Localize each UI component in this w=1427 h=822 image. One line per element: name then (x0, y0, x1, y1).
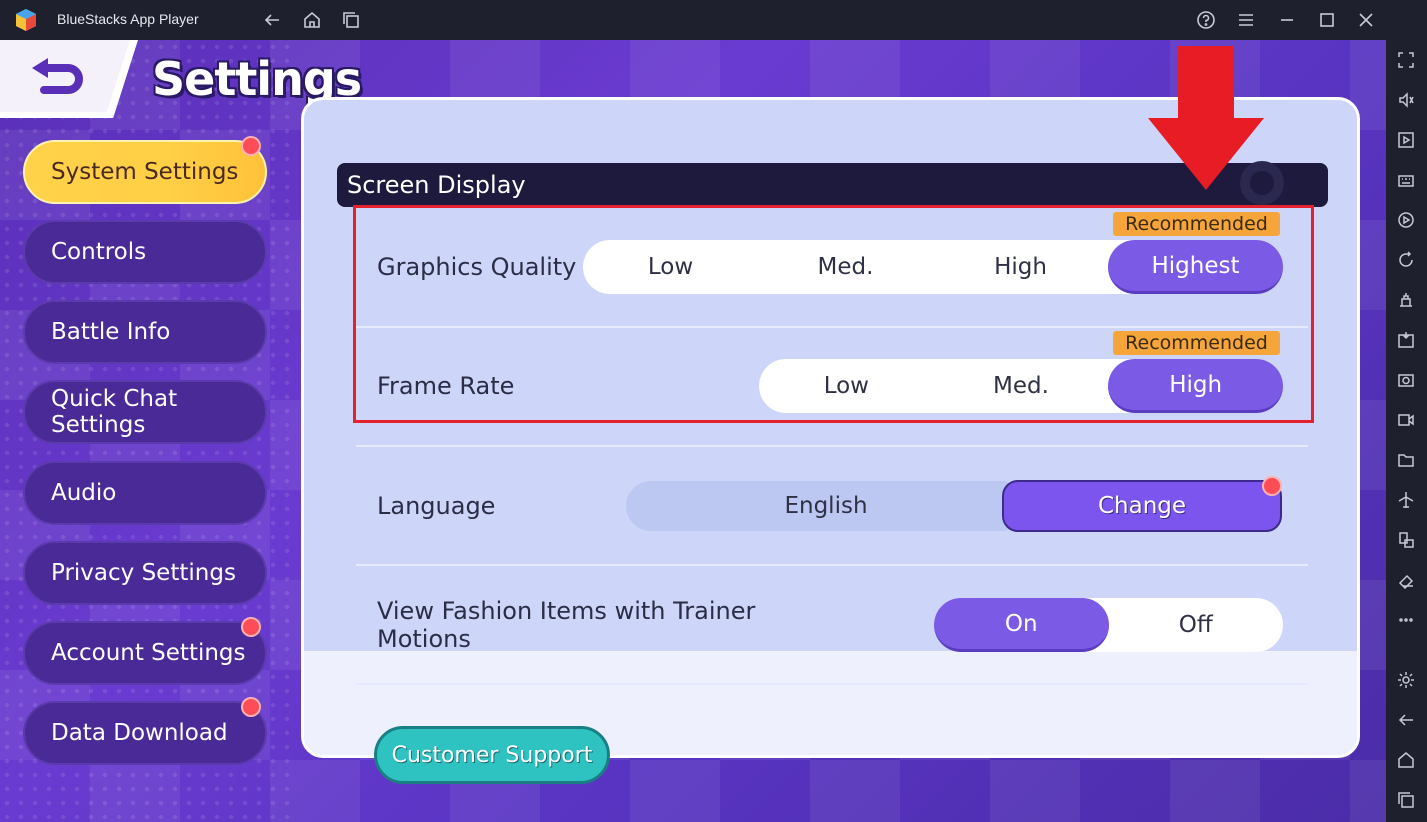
fashion-motions-toggle: On Off (934, 598, 1283, 652)
red-arrow-icon (1148, 46, 1264, 190)
section-title: Screen Display (347, 171, 526, 199)
nav-label: Data Download (51, 719, 228, 746)
app-title: BlueStacks App Player (57, 11, 199, 27)
title-bar: BlueStacks App Player (0, 0, 1427, 40)
fashion-option-on[interactable]: On (934, 598, 1109, 652)
notification-dot (1262, 476, 1282, 496)
close-icon[interactable] (1354, 8, 1378, 32)
record-icon[interactable] (1395, 409, 1417, 431)
home-icon[interactable] (1395, 749, 1417, 771)
help-icon[interactable] (1194, 8, 1218, 32)
fashion-motions-label: View Fashion Items with Trainer Motions (377, 597, 756, 653)
settings-panel: Screen Display (301, 97, 1360, 758)
more-icon[interactable] (1395, 609, 1417, 631)
nav-data-download[interactable]: Data Download (23, 697, 267, 765)
maximize-icon[interactable] (1315, 8, 1339, 32)
nav-label: Controls (51, 238, 147, 265)
notification-dot (241, 697, 261, 717)
screenshot-icon[interactable] (1395, 369, 1417, 391)
nav-battle-info[interactable]: Battle Info (23, 300, 267, 364)
build-icon[interactable] (1395, 289, 1417, 311)
recent-apps-icon[interactable] (1395, 789, 1417, 811)
folder-icon[interactable] (1395, 449, 1417, 471)
row-divider (356, 683, 1308, 685)
settings-icon[interactable] (1395, 669, 1417, 691)
bluestacks-toolbar (1386, 40, 1427, 822)
keyboard-icon[interactable] (1395, 169, 1417, 191)
back-arrow-icon[interactable] (260, 8, 284, 32)
return-arrow-icon (32, 58, 83, 94)
nav-label: System Settings (51, 158, 239, 185)
airplane-icon[interactable] (1395, 489, 1417, 511)
nav-controls[interactable]: Controls (23, 220, 267, 284)
eraser-icon[interactable] (1395, 569, 1417, 591)
nav-label: Privacy Settings (51, 559, 236, 586)
highlight-box (353, 205, 1314, 423)
volume-icon[interactable] (1395, 89, 1417, 111)
change-language-button[interactable]: Change (1002, 476, 1282, 532)
nav-label: Audio (51, 479, 117, 506)
rotate-icon[interactable] (1395, 249, 1417, 271)
home-icon[interactable] (300, 8, 324, 32)
nav-account-settings[interactable]: Account Settings (23, 617, 267, 685)
row-divider (356, 564, 1308, 566)
nav-system-settings[interactable]: System Settings (23, 136, 267, 204)
multi-instance-icon[interactable] (339, 8, 363, 32)
notification-dot (241, 617, 261, 637)
bluestacks-logo-icon (12, 6, 40, 34)
row-divider (356, 445, 1308, 447)
nav-quick-chat-settings[interactable]: Quick Chat Settings (23, 380, 267, 444)
nav-privacy-settings[interactable]: Privacy Settings (23, 541, 267, 605)
play-icon[interactable] (1395, 209, 1417, 231)
nav-audio[interactable]: Audio (23, 461, 267, 525)
nav-label: Battle Info (51, 318, 171, 345)
change-button-label: Change (1097, 493, 1187, 519)
nav-label: Quick Chat Settings (51, 385, 178, 438)
notification-dot (241, 136, 261, 156)
customer-support-button[interactable]: Customer Support (374, 726, 610, 784)
apk-icon[interactable] (1395, 329, 1417, 351)
menu-icon[interactable] (1234, 8, 1258, 32)
nav-label: Account Settings (51, 639, 246, 666)
minimize-icon[interactable] (1275, 8, 1299, 32)
back-icon[interactable] (1395, 709, 1417, 731)
fullscreen-icon[interactable] (1395, 49, 1417, 71)
language-label: Language (377, 492, 496, 520)
resize-icon[interactable] (1395, 529, 1417, 551)
language-value: English (626, 481, 1026, 531)
fashion-option-off[interactable]: Off (1109, 598, 1284, 652)
media-icon[interactable] (1395, 129, 1417, 151)
